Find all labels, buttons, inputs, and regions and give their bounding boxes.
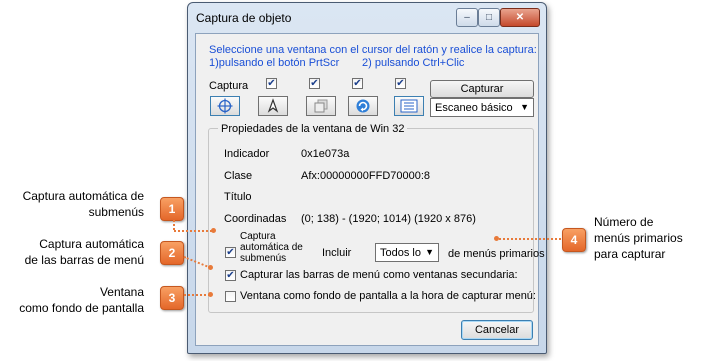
callout-1-line2: submenús	[88, 205, 144, 219]
callout-4-badge: 4	[562, 228, 586, 252]
captura-label: Captura	[209, 80, 249, 92]
cancel-button-label: Cancelar	[474, 324, 520, 336]
menu-bars-label: Capturar las barras de menú como ventana…	[240, 269, 518, 281]
callout-1-line1: Captura automática de	[22, 189, 144, 203]
form-list-tool-button[interactable]	[394, 96, 424, 116]
callout-2-line1: Captura automática	[39, 237, 144, 251]
callout-4-text: Número de menús primarios para capturar	[594, 214, 704, 262]
callout-3-leader	[184, 294, 210, 296]
tool-3-checkbox[interactable]: ✔	[352, 78, 363, 89]
chevron-down-icon: ▼	[520, 102, 529, 112]
callout-2-line2: de las barras de menú	[24, 253, 144, 267]
form-list-icon	[400, 99, 418, 113]
callout-4-leader	[499, 238, 561, 240]
auto-submenu-label-line1: Captura	[240, 231, 276, 242]
property-label-titulo: Título	[224, 191, 252, 203]
capture-button[interactable]: Capturar	[430, 80, 534, 98]
callout-3-badge: 3	[160, 286, 184, 310]
capture-object-window: Captura de objeto – □ ✕ Seleccione una v…	[187, 2, 547, 354]
callout-4-number: 4	[570, 233, 578, 247]
callout-3-pointer	[208, 292, 213, 297]
window-title: Captura de objeto	[196, 11, 292, 25]
callout-4-line1: Número de	[594, 215, 654, 229]
window-stack-tool-button[interactable]	[306, 96, 336, 116]
maximize-icon: □	[485, 12, 493, 23]
callout-4-line3: para capturar	[594, 247, 666, 261]
primary-menus-value: Todos lo	[380, 246, 421, 259]
callout-2-number: 2	[168, 246, 176, 260]
callout-2-text: Captura automática de las barras de menú	[4, 236, 144, 268]
callout-1-badge: 1	[160, 197, 184, 221]
title-bar[interactable]: Captura de objeto – □ ✕	[188, 3, 546, 31]
tool-4-checkbox[interactable]: ✔	[395, 78, 406, 89]
auto-submenu-label-line2: automática de	[240, 242, 303, 253]
scan-mode-value: Escaneo básico	[435, 101, 513, 114]
callout-3-number: 3	[168, 291, 176, 305]
tool-1-checkbox[interactable]: ✔	[266, 78, 277, 89]
properties-group-title: Propiedades de la ventana de Win 32	[218, 123, 408, 135]
callout-1-pointer	[211, 228, 216, 233]
cursor-icon	[267, 98, 279, 113]
callout-2-pointer	[208, 265, 213, 270]
callout-3-text: Ventana como fondo de pantalla	[4, 284, 144, 316]
instruction-printscr: 1)pulsando el botón PrtScr	[209, 57, 340, 69]
property-value-coordinadas: (0; 138) - (1920; 1014) (1920 x 876)	[301, 213, 476, 225]
capture-button-label: Capturar	[460, 83, 504, 95]
menu-bars-checkbox[interactable]: ✔	[225, 270, 236, 281]
property-value-indicador: 0x1e073a	[301, 148, 350, 160]
callout-3-line2: como fondo de pantalla	[19, 301, 144, 315]
minimize-icon: –	[464, 12, 470, 23]
property-label-clase: Clase	[224, 170, 253, 182]
window-stack-icon	[314, 99, 328, 113]
callout-2-badge: 2	[160, 241, 184, 265]
callout-4-line2: menús primarios	[594, 231, 683, 245]
maximize-button[interactable]: □	[478, 8, 500, 27]
callout-3-line1: Ventana	[99, 285, 144, 299]
crosshair-tool-button[interactable]	[210, 96, 240, 116]
minimize-button[interactable]: –	[456, 8, 478, 27]
instruction-ctrl-click: 2) pulsando Ctrl+Clic	[362, 57, 465, 69]
wallpaper-checkbox[interactable]	[225, 291, 236, 302]
auto-submenu-label-line3: submenús	[240, 253, 287, 263]
auto-submenu-label: Captura automática de submenús	[240, 231, 310, 263]
property-label-indicador: Indicador	[224, 148, 270, 160]
primary-menus-suffix: de menús primarios	[448, 248, 545, 260]
callout-1-leader-v	[173, 220, 175, 230]
close-button[interactable]: ✕	[500, 8, 540, 27]
refresh-tool-button[interactable]	[348, 96, 378, 116]
cancel-button[interactable]: Cancelar	[461, 320, 533, 340]
window-client-area: Seleccione una ventana con el cursor del…	[195, 33, 545, 346]
property-label-coordinadas: Coordinadas	[224, 213, 287, 225]
callout-1-leader-h	[174, 230, 212, 232]
include-label: Incluir	[322, 247, 352, 259]
callout-1-text: Captura automática de submenús	[4, 188, 144, 220]
callout-1-number: 1	[168, 202, 176, 216]
scan-mode-select[interactable]: Escaneo básico ▼	[430, 98, 534, 117]
chevron-down-icon: ▼	[425, 247, 434, 257]
wallpaper-label: Ventana como fondo de pantalla a la hora…	[240, 290, 536, 302]
primary-menus-select[interactable]: Todos lo ▼	[375, 243, 439, 262]
cursor-tool-button[interactable]	[258, 96, 288, 116]
auto-submenu-checkbox[interactable]: ✔	[225, 247, 236, 258]
instruction-line-1: Seleccione una ventana con el cursor del…	[209, 44, 537, 56]
crosshair-icon	[217, 98, 233, 114]
refresh-icon	[356, 99, 370, 113]
close-icon: ✕	[515, 12, 525, 23]
tool-2-checkbox[interactable]: ✔	[309, 78, 320, 89]
property-value-clase: Afx:00000000FFD70000:8	[301, 170, 431, 182]
